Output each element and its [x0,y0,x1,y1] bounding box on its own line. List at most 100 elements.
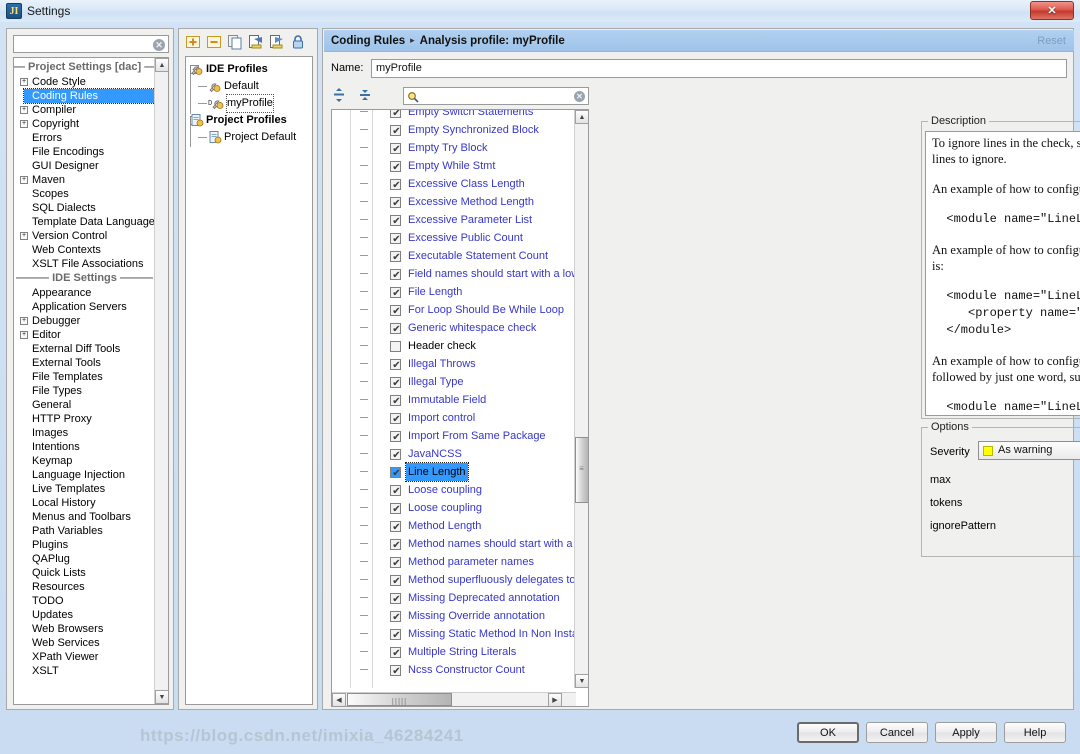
scroll-up-icon[interactable]: ▲ [575,110,588,124]
rule-checkbox[interactable] [390,447,402,465]
rule-checkbox[interactable] [390,537,402,555]
profiles-tree[interactable]: −IDE ProfilesDefault DmyProfile−Project P… [185,56,313,705]
sidebar-item-updates[interactable]: Updates [14,608,155,622]
settings-search-input[interactable]: ✕ [13,35,169,53]
scroll-right-icon[interactable]: ▶ [548,693,562,706]
rule-row[interactable]: Empty Try Block [332,139,576,159]
description-text-area[interactable]: To ignore lines in the check, set proper… [925,131,1080,416]
profile-tree-node[interactable]: Default [186,78,312,95]
rule-row[interactable]: Line Length [332,462,576,483]
sidebar-item-web-services[interactable]: Web Services [14,636,155,650]
rule-checkbox[interactable] [390,555,402,573]
sidebar-item-compiler[interactable]: + Compiler [14,103,155,117]
sidebar-item-local-history[interactable]: Local History [14,496,155,510]
expand-icon[interactable]: + [20,176,28,184]
scroll-down-icon[interactable]: ▼ [155,690,168,704]
rule-checkbox[interactable] [390,591,402,609]
rule-checkbox[interactable] [390,321,402,339]
sidebar-item-path-variables[interactable]: Path Variables [14,524,155,538]
sidebar-item-coding-rules[interactable]: Coding Rules [23,88,158,104]
expand-icon[interactable]: + [20,106,28,114]
rule-row[interactable]: Method superfluously delegates to pare [332,571,588,591]
rule-row[interactable]: Multiple String Literals [332,643,576,663]
sidebar-item-maven[interactable]: + Maven [14,173,155,187]
sidebar-item-intentions[interactable]: Intentions [14,440,155,454]
profile-tree-node[interactable]: −Project Profiles [186,112,312,147]
rule-checkbox[interactable] [390,249,402,267]
rule-checkbox[interactable] [390,341,401,352]
rule-row[interactable]: Excessive Class Length [332,175,576,195]
sidebar-item-application-servers[interactable]: Application Servers [14,300,155,314]
profile-tree-node[interactable]: −IDE Profiles [186,61,312,114]
rule-row[interactable]: Import control [332,409,576,429]
rule-checkbox[interactable] [390,285,402,303]
rule-row[interactable]: Executable Statement Count [332,247,576,267]
rule-checkbox[interactable] [390,303,402,321]
rule-row[interactable]: Generic whitespace check [332,319,576,339]
rule-row[interactable]: Excessive Method Length [332,193,576,213]
cancel-button[interactable]: Cancel [866,722,928,743]
rule-checkbox[interactable] [390,483,402,501]
rule-row[interactable]: Excessive Public Count [332,229,576,249]
sidebar-item-editor[interactable]: + Editor [14,328,155,342]
rule-row[interactable]: File Length [332,283,576,303]
sidebar-item-keymap[interactable]: Keymap [14,454,155,468]
rule-checkbox[interactable] [390,429,402,447]
add-profile-icon[interactable] [185,34,201,50]
import-profile-icon[interactable] [248,34,264,50]
rule-checkbox[interactable] [390,267,402,285]
reset-button[interactable]: Reset [1037,35,1066,47]
rule-checkbox[interactable] [390,465,402,483]
sidebar-item-plugins[interactable]: Plugins [14,538,155,552]
rule-checkbox[interactable] [390,393,402,411]
rule-checkbox[interactable] [390,573,402,591]
scroll-left-icon[interactable]: ◀ [332,693,346,706]
rules-search-input[interactable]: ✕ [403,87,589,105]
rule-checkbox[interactable] [390,501,402,519]
rule-row[interactable]: Empty Switch Statements [332,110,576,123]
sidebar-item-gui-designer[interactable]: GUI Designer [14,159,155,173]
rules-horizontal-scrollbar[interactable]: ◀ ||||| ▶ [332,692,576,706]
rule-row[interactable]: JavaNCSS [332,445,576,465]
sidebar-item-quick-lists[interactable]: Quick Lists [14,566,155,580]
rule-checkbox[interactable] [390,159,402,177]
help-button[interactable]: Help [1004,722,1066,743]
rule-checkbox[interactable] [390,123,402,141]
rule-checkbox[interactable] [390,645,402,663]
expand-icon[interactable]: + [20,78,28,86]
rule-row[interactable]: Field names should start with a lower ca [332,265,588,285]
severity-select[interactable]: As warning ▼ [978,441,1080,460]
scroll-down-icon[interactable]: ▼ [575,674,588,688]
rule-row[interactable]: Illegal Throws [332,355,576,375]
sidebar-item-sql-dialects[interactable]: SQL Dialects [14,201,155,215]
settings-category-tree[interactable]: — Project Settings [dac] — + Code Style Cod… [13,57,169,705]
sidebar-item-file-encodings[interactable]: File Encodings [14,145,155,159]
sidebar-item-xslt[interactable]: XSLT [14,664,155,678]
rule-row[interactable]: Illegal Type [332,373,576,393]
rule-row[interactable]: Header check [332,337,576,355]
sidebar-item-version-control[interactable]: + Version Control [14,229,155,243]
rule-row[interactable]: Immutable Field [332,391,576,411]
breadcrumb-root[interactable]: Coding Rules [331,35,405,47]
rules-hscroll-thumb[interactable]: ||||| [347,693,452,706]
sidebar-item-external-diff-tools[interactable]: External Diff Tools [14,342,155,356]
rule-checkbox[interactable] [390,519,402,537]
copy-profile-icon[interactable] [227,34,243,50]
sidebar-item-http-proxy[interactable]: HTTP Proxy [14,412,155,426]
profile-tree-node[interactable]: Project Default [186,129,312,146]
rule-checkbox[interactable] [390,141,402,159]
sidebar-item-xpath-viewer[interactable]: XPath Viewer [14,650,155,664]
sidebar-item-code-style[interactable]: + Code Style [14,75,155,89]
rule-checkbox[interactable] [390,231,402,249]
rule-row[interactable]: Method parameter names [332,553,576,573]
settings-tree-scrollbar[interactable]: ▲ ▼ [154,58,168,704]
expand-all-icon[interactable] [331,87,347,103]
expand-icon[interactable]: + [20,317,28,325]
close-icon[interactable]: ✕ [1030,1,1074,20]
sidebar-item-todo[interactable]: TODO [14,594,155,608]
sidebar-item-errors[interactable]: Errors [14,131,155,145]
ok-button[interactable]: OK [797,722,859,743]
sidebar-item-live-templates[interactable]: Live Templates [14,482,155,496]
sidebar-item-file-templates[interactable]: File Templates [14,370,155,384]
clear-icon[interactable]: ✕ [574,91,585,102]
